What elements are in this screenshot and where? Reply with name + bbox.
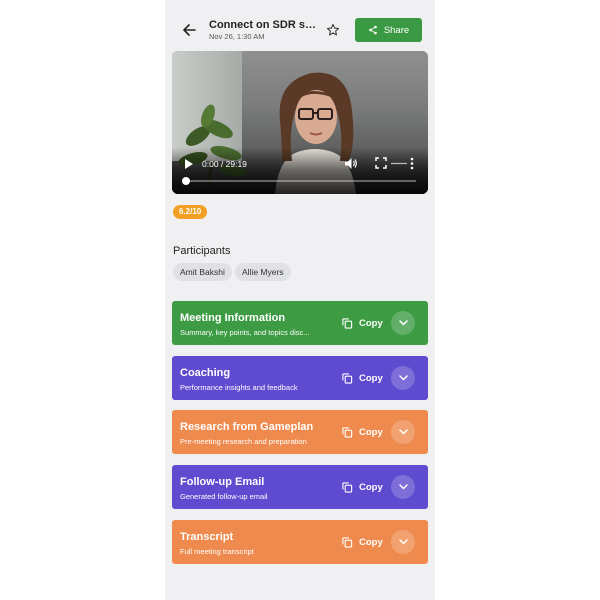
chevron-down-icon [398, 484, 408, 490]
copy-button[interactable]: Copy [342, 479, 383, 495]
copy-icon [342, 317, 353, 329]
chevron-down-icon [398, 539, 408, 545]
video-progress-track[interactable] [184, 180, 416, 182]
participant-chip: Allie Myers [235, 263, 291, 281]
section-meeting-information[interactable]: Meeting Information Summary, key points,… [172, 301, 428, 345]
arrow-left-icon [182, 24, 196, 36]
video-player[interactable]: 0:00 / 29:19 [172, 51, 428, 194]
copy-label: Copy [359, 372, 383, 384]
share-label: Share [383, 24, 410, 36]
expand-button[interactable] [391, 475, 415, 499]
expand-button[interactable] [391, 420, 415, 444]
section-transcript[interactable]: Transcript Full meeting transcript Copy [172, 520, 428, 564]
score-badge: 6.2/10 [173, 205, 208, 219]
section-title: Research from Gameplan [180, 421, 314, 433]
expand-button[interactable] [391, 366, 415, 390]
expand-button[interactable] [391, 311, 415, 335]
back-button[interactable] [179, 20, 199, 40]
participants-heading: Participants [173, 245, 231, 257]
section-title: Follow-up Email [180, 476, 265, 488]
copy-label: Copy [359, 536, 383, 548]
meeting-date: Nov 26, 1:30 AM [209, 32, 265, 41]
copy-icon [342, 426, 353, 438]
section-subtitle: Summary, key points, and topics disc... [180, 328, 310, 337]
meeting-title: Connect on SDR su... [209, 19, 319, 31]
play-icon[interactable] [184, 158, 194, 170]
favorite-button[interactable] [323, 20, 343, 40]
copy-button[interactable]: Copy [342, 370, 383, 386]
header: Connect on SDR su... Nov 26, 1:30 AM Sha… [165, 0, 435, 50]
share-button[interactable]: Share [355, 18, 422, 42]
copy-icon [342, 372, 353, 384]
chevron-down-icon [398, 320, 408, 326]
section-coaching[interactable]: Coaching Performance insights and feedba… [172, 356, 428, 400]
playback-speed-icon[interactable] [390, 161, 408, 166]
expand-button[interactable] [391, 530, 415, 554]
share-icon [369, 25, 377, 35]
section-research-from-gameplan[interactable]: Research from Gameplan Pre-meeting resea… [172, 410, 428, 454]
copy-icon [342, 536, 353, 548]
copy-icon [342, 481, 353, 493]
chevron-down-icon [398, 429, 408, 435]
section-subtitle: Performance insights and feedback [180, 383, 298, 392]
video-time: 0:00 / 29:19 [202, 159, 247, 169]
section-title: Transcript [180, 531, 234, 543]
copy-label: Copy [359, 481, 383, 493]
star-icon [326, 23, 340, 36]
video-progress-thumb[interactable] [182, 177, 190, 185]
copy-button[interactable]: Copy [342, 424, 383, 440]
section-title: Coaching [180, 367, 231, 379]
section-follow-up-email[interactable]: Follow-up Email Generated follow-up emai… [172, 465, 428, 509]
copy-label: Copy [359, 317, 383, 329]
more-options-icon[interactable] [410, 157, 414, 170]
volume-icon[interactable] [344, 157, 358, 170]
participant-chip: Amit Bakshi [173, 263, 232, 281]
section-subtitle: Full meeting transcript [180, 547, 254, 556]
section-subtitle: Generated follow-up email [180, 492, 268, 501]
meeting-detail-screen: Connect on SDR su... Nov 26, 1:30 AM Sha… [165, 0, 435, 600]
copy-label: Copy [359, 426, 383, 438]
copy-button[interactable]: Copy [342, 534, 383, 550]
section-subtitle: Pre-meeting research and preparation [180, 437, 307, 446]
copy-button[interactable]: Copy [342, 315, 383, 331]
chevron-down-icon [398, 375, 408, 381]
fullscreen-icon[interactable] [375, 157, 387, 169]
video-controls-overlay [172, 147, 428, 194]
section-title: Meeting Information [180, 312, 286, 324]
